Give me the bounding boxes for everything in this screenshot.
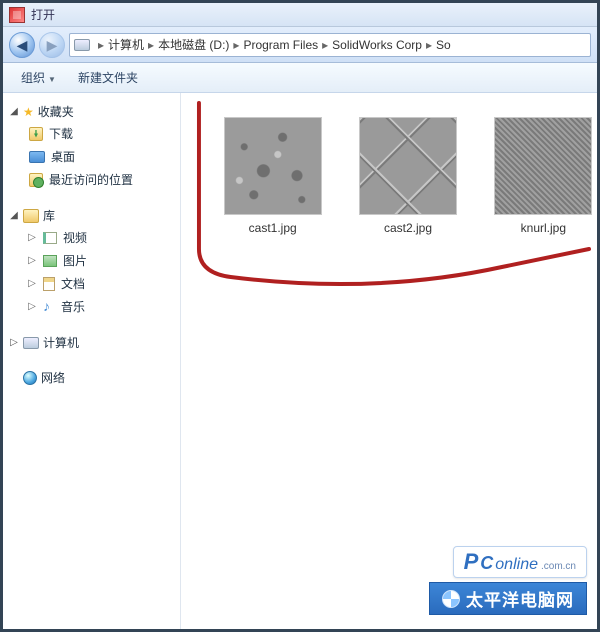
sidebar: ◢ ★ 收藏夹 下载 桌面 最近访问的位置 ◢ 库: [3, 93, 181, 629]
favorites-label: 收藏夹: [38, 103, 74, 120]
library-icon: [23, 209, 39, 223]
sidebar-group-libraries: ◢ 库 ▷ 视频 ▷ 图片 ▷ 文档 ▷ 音乐: [7, 205, 176, 318]
sidebar-item-videos[interactable]: ▷ 视频: [7, 226, 176, 249]
collapse-icon[interactable]: ◢: [9, 210, 19, 221]
watermark-tagline-text: 太平洋电脑网: [466, 586, 574, 611]
file-thumbnail: [224, 117, 322, 215]
address-bar[interactable]: ▸ 计算机 ▸ 本地磁盘 (D:) ▸ Program Files ▸ Soli…: [69, 33, 591, 57]
sidebar-item-desktop[interactable]: 桌面: [7, 145, 176, 168]
sidebar-item-label: 文档: [61, 275, 85, 292]
sidebar-item-label: 桌面: [51, 148, 75, 165]
sidebar-item-music[interactable]: ▷ 音乐: [7, 295, 176, 318]
expand-icon[interactable]: ▷: [27, 255, 37, 266]
watermark-logo: PConline.com.cn: [453, 546, 587, 578]
file-item[interactable]: knurl.jpg: [490, 117, 597, 235]
watermark: PConline.com.cn 太平洋电脑网: [429, 546, 587, 615]
drive-icon: [74, 39, 90, 51]
sidebar-group-network: 网络: [7, 367, 176, 388]
new-folder-label: 新建文件夹: [78, 71, 138, 85]
back-button[interactable]: ◀: [9, 32, 35, 58]
desktop-icon: [29, 151, 45, 163]
breadcrumb-item[interactable]: So: [436, 38, 451, 52]
app-icon: [9, 7, 25, 23]
watermark-text: online: [495, 556, 538, 574]
file-item[interactable]: cast2.jpg: [354, 117, 461, 235]
sidebar-item-network[interactable]: 网络: [7, 367, 176, 388]
network-icon: [23, 371, 37, 385]
sidebar-item-libraries[interactable]: ◢ 库: [7, 205, 176, 226]
expand-icon[interactable]: [9, 372, 19, 383]
chevron-right-icon: ▸: [233, 38, 239, 52]
breadcrumb-item[interactable]: SolidWorks Corp: [332, 38, 422, 52]
expand-icon[interactable]: ▷: [27, 232, 37, 243]
sidebar-item-documents[interactable]: ▷ 文档: [7, 272, 176, 295]
chevron-left-icon: ◀: [17, 38, 28, 52]
breadcrumb-item[interactable]: 计算机: [108, 36, 144, 53]
main-split: ◢ ★ 收藏夹 下载 桌面 最近访问的位置 ◢ 库: [3, 93, 597, 629]
sidebar-item-label: 下载: [49, 125, 73, 142]
sidebar-item-label: 图片: [63, 252, 87, 269]
chevron-right-icon: ▸: [322, 38, 328, 52]
sidebar-item-downloads[interactable]: 下载: [7, 122, 176, 145]
computer-icon: [23, 337, 39, 349]
sidebar-item-label: 视频: [63, 229, 87, 246]
breadcrumb[interactable]: ▸ 计算机 ▸ 本地磁盘 (D:) ▸ Program Files ▸ Soli…: [94, 36, 451, 53]
collapse-icon[interactable]: ◢: [9, 106, 19, 117]
chevron-right-icon: ▸: [426, 38, 432, 52]
titlebar: 打开: [3, 3, 597, 27]
content-pane[interactable]: cast1.jpg cast2.jpg knurl.jpg PConline.c…: [181, 93, 597, 629]
file-thumbnail: [359, 117, 457, 215]
file-item[interactable]: cast1.jpg: [219, 117, 326, 235]
organize-button[interactable]: 组织▼: [13, 67, 64, 88]
sidebar-group-favorites: ◢ ★ 收藏夹 下载 桌面 最近访问的位置: [7, 101, 176, 191]
expand-icon[interactable]: ▷: [27, 278, 37, 289]
globe-icon: [442, 590, 460, 608]
download-icon: [29, 127, 43, 141]
new-folder-button[interactable]: 新建文件夹: [70, 67, 146, 88]
forward-button[interactable]: ▶: [39, 32, 65, 58]
file-name: cast1.jpg: [219, 221, 326, 235]
sidebar-item-label: 音乐: [61, 298, 85, 315]
network-label: 网络: [41, 369, 65, 386]
organize-label: 组织: [21, 71, 45, 85]
chevron-right-icon: ▶: [47, 38, 58, 52]
watermark-text: C: [480, 553, 493, 574]
sidebar-item-pictures[interactable]: ▷ 图片: [7, 249, 176, 272]
chevron-right-icon: ▸: [98, 38, 104, 52]
window-title: 打开: [31, 6, 55, 23]
nav-row: ◀ ▶ ▸ 计算机 ▸ 本地磁盘 (D:) ▸ Program Files ▸ …: [3, 27, 597, 63]
recent-places-icon: [29, 173, 43, 187]
file-name: knurl.jpg: [490, 221, 597, 235]
star-icon: ★: [23, 105, 34, 119]
file-grid: cast1.jpg cast2.jpg knurl.jpg: [181, 93, 597, 235]
breadcrumb-item[interactable]: 本地磁盘 (D:): [158, 36, 229, 53]
chevron-down-icon: ▼: [48, 75, 56, 84]
video-icon: [43, 232, 57, 244]
libraries-label: 库: [43, 207, 55, 224]
picture-icon: [43, 255, 57, 267]
computer-label: 计算机: [43, 334, 79, 351]
sidebar-item-computer[interactable]: ▷ 计算机: [7, 332, 176, 353]
expand-icon[interactable]: ▷: [27, 301, 37, 312]
breadcrumb-item[interactable]: Program Files: [243, 38, 318, 52]
sidebar-item-label: 最近访问的位置: [49, 171, 133, 188]
document-icon: [43, 277, 55, 291]
chevron-right-icon: ▸: [148, 38, 154, 52]
file-name: cast2.jpg: [354, 221, 461, 235]
file-thumbnail: [494, 117, 592, 215]
expand-icon[interactable]: ▷: [9, 337, 19, 348]
music-icon: [43, 300, 55, 314]
toolbar: 组织▼ 新建文件夹: [3, 63, 597, 93]
sidebar-group-computer: ▷ 计算机: [7, 332, 176, 353]
sidebar-item-favorites[interactable]: ◢ ★ 收藏夹: [7, 101, 176, 122]
watermark-tagline: 太平洋电脑网: [429, 582, 587, 615]
watermark-text: P: [464, 549, 479, 575]
watermark-text: .com.cn: [541, 561, 576, 572]
sidebar-item-recent[interactable]: 最近访问的位置: [7, 168, 176, 191]
